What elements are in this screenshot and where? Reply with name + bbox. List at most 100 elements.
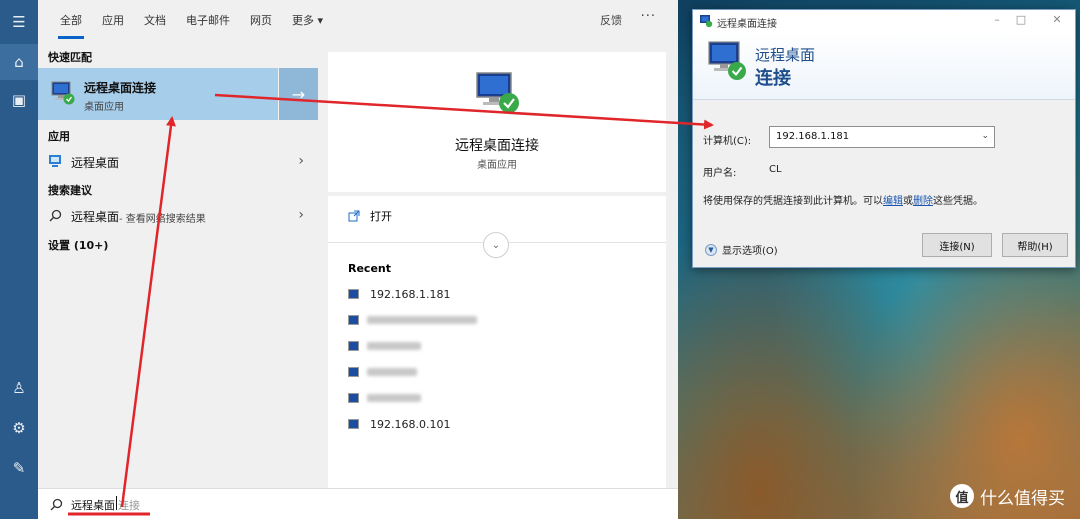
recent-item[interactable] (348, 389, 421, 407)
web-suggestion-item[interactable]: 远程桌面 - 查看网络搜索结果 › (38, 202, 318, 230)
search-panel: 全部 应用 文档 电子邮件 网页 更多 ▾ 反馈 ··· 快速匹配 远程桌面连接… (38, 0, 678, 519)
show-options-toggle[interactable]: ▼ 显示选项(O) (705, 242, 778, 257)
computer-combobox[interactable]: 192.168.1.181 ⌄ (769, 126, 995, 148)
tab-email[interactable]: 电子邮件 (186, 12, 230, 28)
results-list: 快速匹配 远程桌面连接 桌面应用 → 应用 远程桌面 › 搜索建议 远程桌面 -… (38, 40, 318, 488)
apps-header: 应用 (48, 130, 70, 143)
watermark-text: 什么值得买 (980, 488, 1065, 509)
maximize-icon[interactable]: □ (1013, 13, 1029, 26)
rdp-file-icon (348, 315, 359, 325)
recent-item[interactable]: 192.168.1.181 (348, 285, 450, 303)
best-match-title: 远程桌面连接 (84, 81, 157, 95)
rdp-file-icon (348, 367, 359, 377)
remote-desktop-banner-icon (708, 41, 746, 80)
detail-pane: 远程桌面连接 桌面应用 (328, 52, 666, 192)
app-result-label: 远程桌面 (71, 156, 120, 170)
home-icon[interactable]: ⌂ (0, 44, 38, 80)
app-result-item[interactable]: 远程桌面 › (38, 148, 318, 176)
chevron-right-icon[interactable]: › (298, 153, 304, 169)
document-icon[interactable]: ▣ (0, 82, 38, 118)
close-icon[interactable]: ✕ (1049, 13, 1065, 26)
delete-credentials-link[interactable]: 删除 (913, 196, 933, 207)
dialog-title: 远程桌面连接 (717, 19, 777, 30)
arrow-right-icon: → (291, 84, 306, 104)
note-or: 或 (903, 196, 913, 207)
recent-header: Recent (348, 262, 392, 275)
tab-web[interactable]: 网页 (250, 12, 272, 28)
chevron-right-icon[interactable]: › (298, 207, 304, 223)
open-window-icon (348, 210, 360, 222)
search-autocomplete: 连接 (118, 499, 140, 512)
suggestion-query: 远程桌面 (71, 210, 120, 224)
settings-gear-icon[interactable]: ⚙ (0, 410, 38, 446)
help-button[interactable]: 帮助(H) (1002, 233, 1068, 257)
rdp-file-icon (348, 341, 359, 351)
search-icon (49, 209, 62, 222)
best-match-header: 快速匹配 (48, 51, 92, 64)
computer-label: 计算机(C): (703, 136, 752, 147)
best-match-item[interactable]: 远程桌面连接 桌面应用 (38, 68, 278, 120)
computer-value: 192.168.1.181 (776, 131, 850, 142)
redacted-label (367, 368, 417, 376)
note-suffix: 这些凭据。 (933, 196, 983, 207)
watermark: 值 什么值得买 (950, 482, 1065, 510)
tab-docs[interactable]: 文档 (144, 12, 166, 28)
search-box[interactable]: 远程桌面 连接 (38, 488, 678, 519)
detail-actions: 打开 ⌄ Recent 192.168.1.181 192.168.0.101 (328, 196, 666, 488)
tab-all[interactable]: 全部 (58, 12, 84, 39)
username-value: CL (769, 164, 782, 175)
open-action[interactable]: 打开 (348, 208, 392, 224)
dialog-titlebar[interactable]: 远程桌面连接 – □ ✕ (693, 10, 1075, 32)
recent-item-label: 192.168.0.101 (370, 417, 451, 431)
note-prefix: 将使用保存的凭据连接到此计算机。可以 (703, 196, 883, 207)
detail-title: 远程桌面连接 (455, 138, 539, 154)
recent-item[interactable] (348, 363, 417, 381)
chevron-down-icon[interactable]: ⌄ (981, 131, 989, 141)
start-menu-rail: ☰ ⌂ ▣ ♙ ⚙ ✎ (0, 0, 38, 519)
tab-more[interactable]: 更多 ▾ (292, 12, 323, 28)
detail-subtitle: 桌面应用 (477, 160, 517, 171)
suggestion-hint: - 查看网络搜索结果 (119, 214, 206, 225)
show-options-label: 显示选项(O) (722, 246, 778, 257)
redacted-label (367, 394, 421, 402)
minimize-icon[interactable]: – (989, 13, 1005, 26)
open-arrow-button[interactable]: → (279, 68, 318, 120)
recent-item[interactable]: 192.168.0.101 (348, 415, 450, 433)
feedback-person-icon[interactable]: ✎ (0, 450, 38, 486)
remote-desktop-small-icon (49, 155, 61, 167)
rdp-dialog: 远程桌面连接 – □ ✕ 远程桌面 连接 计算机(C): 192.168.1.1… (692, 9, 1076, 268)
remote-desktop-large-icon (476, 72, 519, 113)
expand-chevron-icon[interactable]: ⌄ (483, 232, 509, 258)
redacted-label (367, 342, 421, 350)
hamburger-menu-icon[interactable]: ☰ (0, 4, 38, 40)
recent-item[interactable] (348, 311, 477, 329)
rdp-file-icon (348, 393, 359, 403)
expand-options-icon: ▼ (705, 243, 717, 256)
search-input-text[interactable]: 远程桌面 (71, 497, 115, 513)
recent-item[interactable] (348, 337, 421, 355)
search-tabs: 全部 应用 文档 电子邮件 网页 更多 ▾ 反馈 ··· (38, 0, 678, 40)
dialog-banner: 远程桌面 连接 (693, 32, 1075, 100)
best-match-subtitle: 桌面应用 (84, 102, 124, 113)
tab-apps[interactable]: 应用 (102, 12, 124, 28)
user-icon[interactable]: ♙ (0, 370, 38, 406)
edit-credentials-link[interactable]: 编辑 (883, 196, 903, 207)
more-options-icon[interactable]: ··· (641, 9, 656, 24)
connect-button[interactable]: 连接(N) (922, 233, 992, 257)
banner-line-1: 远程桌面 (755, 46, 816, 64)
open-label: 打开 (370, 210, 392, 223)
search-suggestions-header: 搜索建议 (48, 184, 92, 197)
remote-desktop-icon (51, 81, 75, 105)
credentials-note: 将使用保存的凭据连接到此计算机。可以编辑或删除这些凭据。 (703, 192, 983, 207)
rdp-file-icon (348, 289, 359, 299)
rdp-app-icon (700, 15, 713, 28)
banner-line-2: 连接 (755, 68, 791, 89)
feedback-link[interactable]: 反馈 (600, 12, 622, 28)
username-label: 用户名: (703, 168, 737, 179)
text-caret (116, 496, 117, 510)
settings-header[interactable]: 设置 (10+) (48, 237, 108, 253)
rdp-file-icon (348, 419, 359, 429)
search-icon (50, 498, 63, 511)
watermark-logo: 值 (950, 484, 974, 508)
redacted-label (367, 316, 477, 324)
